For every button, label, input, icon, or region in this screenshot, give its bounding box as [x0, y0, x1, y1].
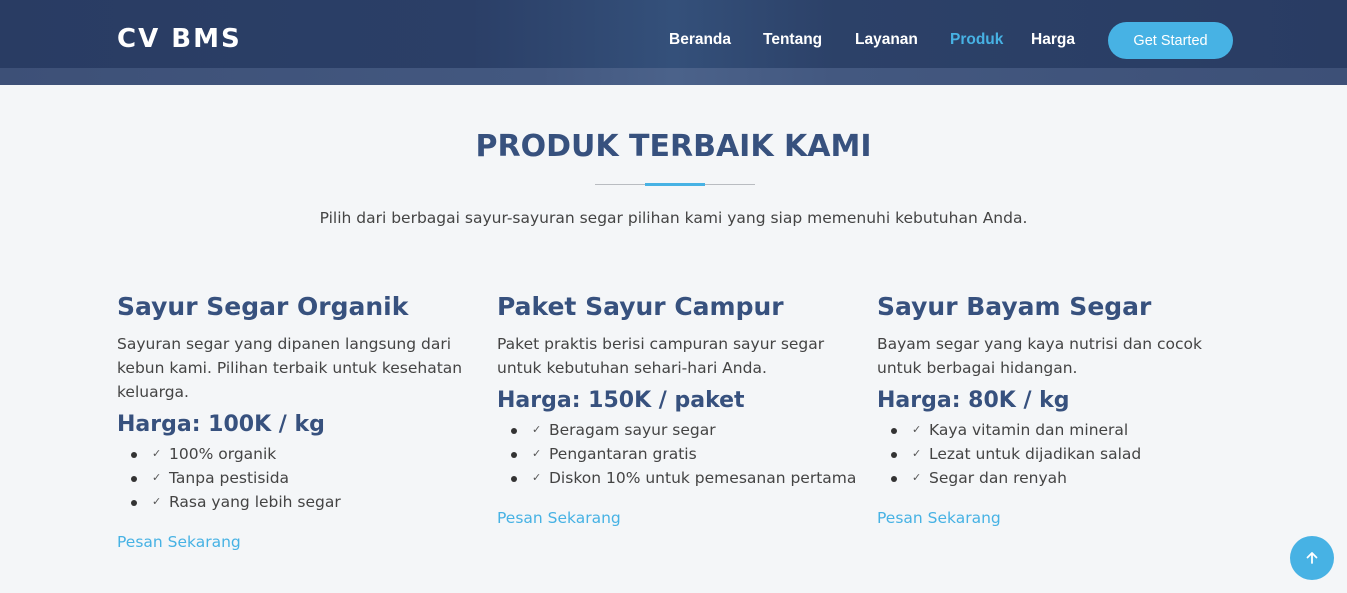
product-price: Harga: 80K / kg [877, 388, 1070, 413]
check-icon: ✓ [152, 471, 162, 484]
product-title: Sayur Segar Organik [117, 292, 409, 321]
feature-label: Rasa yang lebih segar [169, 493, 341, 511]
header-strip [0, 68, 1347, 85]
feature-label: Diskon 10% untuk pemesanan pertama [549, 469, 857, 487]
check-icon: ✓ [912, 447, 922, 460]
title-divider-accent [645, 183, 705, 186]
feature-item: ✓ Lezat untuk dijadikan salad [877, 442, 1247, 466]
scroll-to-top-button[interactable] [1290, 536, 1334, 580]
feature-list: ✓ Beragam sayur segar ✓ Pengantaran gratis… [497, 418, 867, 490]
feature-item: ✓ Rasa yang lebih segar [117, 490, 487, 514]
bullet-icon [131, 452, 137, 458]
section-title: PRODUK TERBAIK KAMI [475, 129, 872, 164]
product-description: Bayam segar yang kaya nutrisi dan cocok … [877, 335, 1202, 377]
arrow-up-icon [1306, 552, 1318, 564]
nav-harga[interactable]: Harga [1031, 29, 1075, 51]
order-link[interactable]: Pesan Sekarang [877, 506, 1247, 530]
get-started-button[interactable]: Get Started [1108, 22, 1233, 59]
bullet-icon [891, 452, 897, 458]
feature-label: Segar dan renyah [929, 469, 1067, 487]
product-description: Paket praktis berisi campuran sayur sega… [497, 335, 825, 377]
product-title: Paket Sayur Campur [497, 292, 784, 321]
product-card: Sayur Bayam Segar Bayam segar yang kaya … [877, 290, 1247, 530]
feature-item: ✓ Beragam sayur segar [497, 418, 867, 442]
product-title: Sayur Bayam Segar [877, 292, 1152, 321]
product-description: Sayuran segar yang dipanen langsung dari… [117, 335, 463, 401]
product-price: Harga: 150K / paket [497, 388, 745, 413]
order-link[interactable]: Pesan Sekarang [497, 506, 867, 530]
nav-layanan[interactable]: Layanan [855, 29, 918, 51]
product-card: Paket Sayur Campur Paket praktis berisi … [497, 290, 867, 530]
check-icon: ✓ [532, 423, 542, 436]
product-card: Sayur Segar Organik Sayuran segar yang d… [117, 290, 487, 554]
feature-item: ✓ 100% organik [117, 442, 487, 466]
check-icon: ✓ [532, 471, 542, 484]
check-icon: ✓ [152, 447, 162, 460]
bullet-icon [511, 452, 517, 458]
check-icon: ✓ [912, 423, 922, 436]
nav-beranda[interactable]: Beranda [669, 29, 731, 51]
product-price: Harga: 100K / kg [117, 412, 325, 437]
check-icon: ✓ [912, 471, 922, 484]
feature-list: ✓ Kaya vitamin dan mineral ✓ Lezat untuk d… [877, 418, 1247, 490]
feature-list: ✓ 100% organik ✓ Tanpa pestisida ✓ Rasa yan… [117, 442, 487, 514]
feature-item: ✓ Pengantaran gratis [497, 442, 867, 466]
bullet-icon [511, 476, 517, 482]
feature-label: 100% organik [169, 445, 277, 463]
section-subtitle: Pilih dari berbagai sayur-sayuran segar … [319, 209, 1028, 227]
bullet-icon [891, 428, 897, 434]
nav-tentang[interactable]: Tentang [763, 29, 822, 51]
feature-label: Pengantaran gratis [549, 445, 697, 463]
feature-label: Beragam sayur segar [549, 421, 716, 439]
bullet-icon [131, 500, 137, 506]
bullet-icon [511, 428, 517, 434]
bullet-icon [891, 476, 897, 482]
feature-item: ✓ Tanpa pestisida [117, 466, 487, 490]
feature-item: ✓ Segar dan renyah [877, 466, 1247, 490]
nav-produk[interactable]: Produk [950, 29, 1003, 51]
order-link[interactable]: Pesan Sekarang [117, 530, 487, 554]
feature-item: ✓ Kaya vitamin dan mineral [877, 418, 1247, 442]
bullet-icon [131, 476, 137, 482]
check-icon: ✓ [532, 447, 542, 460]
feature-label: Lezat untuk dijadikan salad [929, 445, 1142, 463]
feature-label: Tanpa pestisida [169, 469, 290, 487]
feature-item: ✓ Diskon 10% untuk pemesanan pertama [497, 466, 867, 490]
check-icon: ✓ [152, 495, 162, 508]
feature-label: Kaya vitamin dan mineral [929, 421, 1129, 439]
